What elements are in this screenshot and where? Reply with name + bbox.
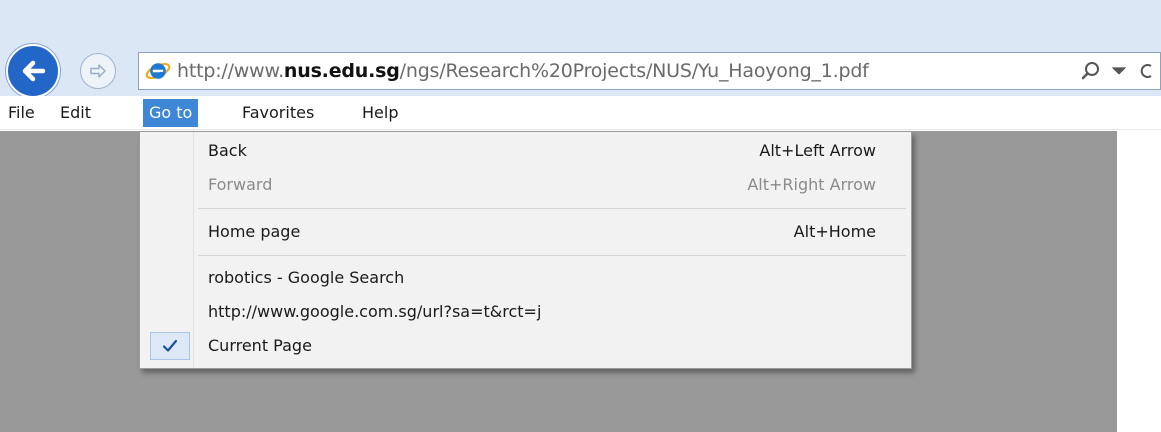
menu-item-forward: Forward Alt+Right Arrow: [142, 168, 908, 202]
menu-item-label: http://www.google.com.sg/url?sa=t&rct=j: [208, 302, 542, 321]
forward-button[interactable]: [80, 53, 116, 89]
menu-separator: [198, 255, 906, 256]
back-button[interactable]: [6, 44, 60, 98]
refresh-icon[interactable]: [1136, 60, 1158, 82]
menu-item-shortcut: Alt+Left Arrow: [759, 141, 876, 160]
menu-item-label: Current Page: [208, 336, 312, 355]
menu-file[interactable]: File: [2, 99, 41, 127]
address-bar[interactable]: http://www.nus.edu.sg/ngs/Research%20Pro…: [138, 52, 1161, 90]
menu-bar: File Edit Go to Favorites Help: [0, 96, 1161, 130]
back-arrow-icon: [22, 60, 46, 82]
goto-dropdown-menu: Back Alt+Left Arrow Forward Alt+Right Ar…: [139, 131, 912, 369]
menu-item-shortcut: Alt+Right Arrow: [747, 175, 876, 194]
page-edge: [1117, 131, 1161, 432]
menu-item-label: Forward: [208, 175, 273, 194]
menu-item-history-google-url[interactable]: http://www.google.com.sg/url?sa=t&rct=j: [142, 295, 908, 329]
menu-edit[interactable]: Edit: [54, 99, 97, 127]
menu-item-label: robotics - Google Search: [208, 268, 405, 287]
menu-item-shortcut: Alt+Home: [793, 222, 876, 241]
url-text: http://www.nus.edu.sg/ngs/Research%20Pro…: [177, 60, 869, 82]
menu-item-label: Back: [208, 141, 247, 160]
menu-go-to[interactable]: Go to: [143, 99, 199, 127]
menu-item-back[interactable]: Back Alt+Left Arrow: [142, 134, 908, 168]
menu-favorites[interactable]: Favorites: [236, 99, 320, 127]
menu-item-home-page[interactable]: Home page Alt+Home: [142, 215, 908, 249]
menu-item-history-google-search[interactable]: robotics - Google Search: [142, 261, 908, 295]
menu-item-label: Home page: [208, 222, 301, 241]
menu-help[interactable]: Help: [356, 99, 404, 127]
browser-window: http://www.nus.edu.sg/ngs/Research%20Pro…: [0, 0, 1161, 432]
search-dropdown[interactable]: [1080, 53, 1160, 89]
internet-explorer-icon: [143, 56, 173, 86]
menu-separator: [198, 208, 906, 209]
navigation-bar: http://www.nus.edu.sg/ngs/Research%20Pro…: [0, 0, 1161, 98]
forward-arrow-icon: [90, 64, 106, 78]
search-icon[interactable]: [1080, 60, 1102, 82]
checkmark-icon: [150, 332, 190, 360]
menu-item-current-page[interactable]: Current Page: [142, 329, 908, 363]
chevron-down-icon[interactable]: [1108, 60, 1130, 82]
